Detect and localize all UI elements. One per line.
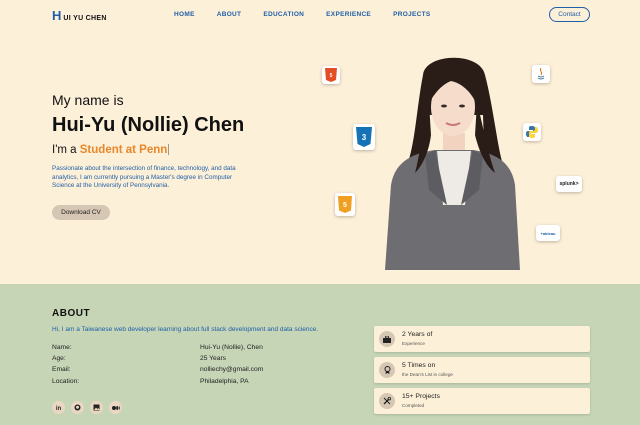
hero-intro: My name is — [52, 92, 124, 108]
hero-role-highlight: Student at Penn — [79, 144, 168, 156]
splunk-label: splunk> — [559, 181, 579, 187]
info-value: Philadelphia, PA — [200, 378, 249, 385]
profile-photo — [385, 57, 520, 270]
about-section: ABOUT Hi, I am a Taiwanese web developer… — [0, 284, 640, 425]
svg-text:5: 5 — [330, 73, 333, 79]
html5-icon: 5 — [322, 66, 340, 84]
about-title: ABOUT — [52, 308, 91, 319]
stat-subtitle: Experience — [402, 341, 425, 346]
download-cv-button[interactable]: Download CV — [52, 205, 110, 220]
typing-caret — [168, 144, 170, 156]
social-links: in — [52, 401, 122, 414]
nav-link-projects[interactable]: PROJECTS — [393, 11, 430, 18]
logo-text: UI YU CHEN — [63, 15, 107, 22]
nav-link-education[interactable]: EDUCATION — [263, 11, 304, 18]
info-value: 25 Years — [200, 355, 227, 362]
tableau-icon: +ableau — [536, 225, 560, 241]
briefcase-icon — [379, 331, 395, 347]
hero-role: I'm a Student at Penn — [52, 144, 170, 156]
linkedin-icon[interactable]: in — [52, 401, 65, 414]
info-value: Hui-Yu (Nollie), Chen — [200, 344, 263, 351]
javascript-icon: 5 — [335, 193, 355, 216]
stat-subtitle: Completed — [402, 403, 425, 408]
svg-text:in: in — [56, 406, 62, 411]
info-value: nolliechy@gmail.com — [200, 366, 264, 373]
stat-card-experience: 2 Years of Experience — [374, 326, 590, 352]
top-nav: H UI YU CHEN HOME ABOUT EDUCATION EXPERI… — [0, 0, 640, 30]
nav-link-home[interactable]: HOME — [174, 11, 195, 18]
splunk-icon: splunk> — [556, 176, 582, 192]
info-label: Name: — [52, 344, 72, 351]
info-label: Email: — [52, 366, 71, 373]
stat-title: 2 Years of — [402, 331, 433, 338]
stat-subtitle: the Dean's List in college — [402, 372, 453, 377]
github-icon[interactable] — [71, 401, 84, 414]
svg-text:3: 3 — [362, 133, 367, 142]
tableau-label: +ableau — [540, 230, 556, 236]
python-icon — [523, 123, 541, 141]
info-label: Location: — [52, 378, 80, 385]
hero-description: Passionate about the intersection of fin… — [52, 165, 236, 189]
award-icon — [379, 362, 395, 378]
site-logo[interactable]: H UI YU CHEN — [52, 9, 107, 22]
info-label: Age: — [52, 355, 66, 362]
medium-icon[interactable] — [109, 401, 122, 414]
svg-text:5: 5 — [343, 202, 347, 209]
about-intro: Hi, I am a Taiwanese web developer learn… — [52, 326, 319, 333]
css3-icon: 3 — [353, 124, 375, 150]
nav-links: HOME ABOUT EDUCATION EXPERIENCE PROJECTS — [174, 11, 431, 18]
hero-name: Hui-Yu (Nollie) Chen — [52, 114, 245, 136]
nav-link-about[interactable]: ABOUT — [217, 11, 242, 18]
logo-mark: H — [52, 8, 62, 23]
nav-link-experience[interactable]: EXPERIENCE — [326, 11, 371, 18]
java-icon — [532, 65, 550, 83]
stat-card-projects: 15+ Projects Completed — [374, 388, 590, 414]
stat-title: 15+ Projects — [402, 393, 440, 400]
contact-button[interactable]: Contact — [549, 7, 590, 22]
image-icon[interactable] — [90, 401, 103, 414]
stat-title: 5 Times on — [402, 362, 436, 369]
stat-card-deans-list: 5 Times on the Dean's List in college — [374, 357, 590, 383]
tools-icon — [379, 393, 395, 409]
hero-role-prefix: I'm a — [52, 144, 77, 156]
